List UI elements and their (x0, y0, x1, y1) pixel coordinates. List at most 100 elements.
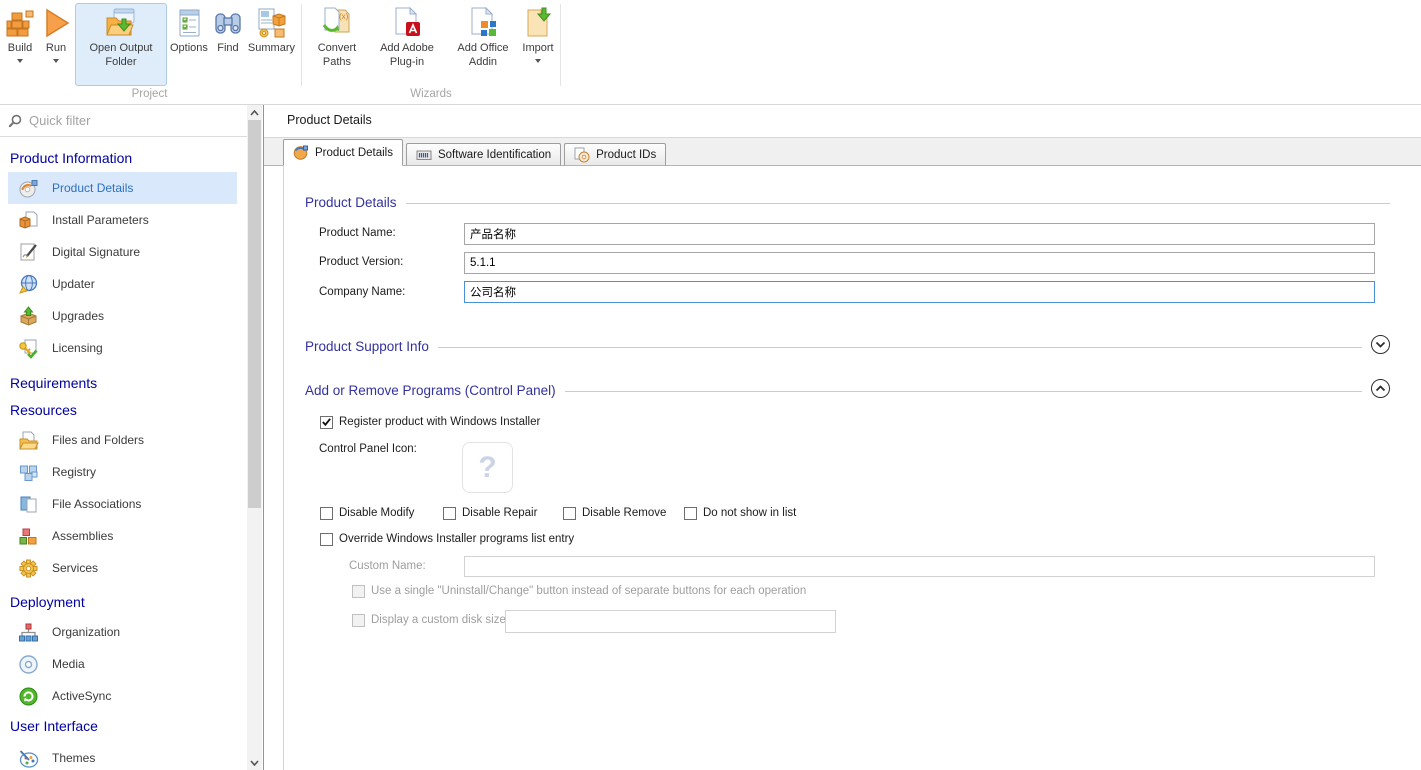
registry-icon (18, 462, 39, 483)
find-button[interactable]: Find (211, 3, 245, 86)
sidebar-item-updater[interactable]: Updater (0, 268, 237, 300)
quick-filter-input[interactable] (29, 113, 219, 128)
company-name-input[interactable] (464, 281, 1375, 303)
tab-strip: Product Details Software Identification … (264, 138, 1421, 166)
tab-label: Product Details (315, 147, 393, 159)
single-uninstall-button-checkbox[interactable] (352, 585, 365, 598)
sidebar-item-product-details[interactable]: Product Details (8, 172, 237, 204)
themes-icon (18, 748, 39, 769)
company-name-label: Company Name: (319, 282, 405, 303)
sidebar-item-activesync[interactable]: ActiveSync (0, 680, 237, 712)
ribbon-group-label-wizards: Wizards (304, 86, 558, 103)
add-office-addin-icon (467, 7, 499, 39)
sidebar-item-registry[interactable]: Registry (0, 456, 237, 488)
sidebar-item-assemblies[interactable]: Assemblies (0, 520, 237, 552)
tab-product-details[interactable]: Product Details (283, 139, 403, 166)
add-adobe-plugin-button[interactable]: Add Adobe Plug-in (369, 3, 445, 86)
tab-product-ids[interactable]: Product IDs (564, 143, 666, 166)
open-output-folder-button[interactable]: Open Output Folder (75, 3, 167, 86)
control-panel-icon-button[interactable]: ? (462, 442, 513, 493)
options-icon (173, 7, 205, 39)
chevron-down-icon (1375, 341, 1386, 348)
sidebar-section-resources: Resources (0, 400, 263, 420)
register-product-checkbox[interactable] (320, 416, 333, 429)
tab-software-identification[interactable]: Software Identification (406, 143, 561, 166)
override-checkbox[interactable] (320, 533, 333, 546)
services-icon (18, 558, 39, 579)
product-ids-icon (574, 147, 590, 163)
updater-icon (18, 274, 39, 295)
summary-button[interactable]: Summary (247, 3, 296, 86)
find-icon (212, 7, 244, 39)
expand-product-support-button[interactable] (1371, 335, 1390, 354)
register-product-checkbox-row[interactable]: Register product with Windows Installer (320, 415, 540, 429)
search-icon (8, 113, 23, 128)
import-icon (522, 7, 554, 39)
dropdown-caret (17, 59, 23, 63)
sidebar-section-deployment: Deployment (0, 592, 263, 612)
disable-modify-checkbox[interactable] (320, 507, 333, 520)
custom-disk-size-checkbox-row[interactable]: Display a custom disk size: (352, 613, 509, 627)
disable-remove-checkbox-row[interactable]: Disable Remove (563, 506, 666, 520)
single-uninstall-button-checkbox-row[interactable]: Use a single "Uninstall/Change" button i… (352, 584, 806, 598)
product-details-tab-icon (293, 145, 309, 161)
do-not-show-checkbox[interactable] (684, 507, 697, 520)
options-button[interactable]: Options (169, 3, 209, 86)
sidebar-item-files-and-folders[interactable]: Files and Folders (0, 424, 237, 456)
sidebar-item-media[interactable]: Media (0, 648, 237, 680)
sidebar-item-file-associations[interactable]: File Associations (0, 488, 237, 520)
build-icon (4, 7, 36, 39)
run-button[interactable]: Run (39, 3, 73, 86)
convert-paths-button[interactable]: (x) Convert Paths (307, 3, 367, 86)
add-office-addin-button[interactable]: Add Office Addin (447, 3, 519, 86)
product-name-input[interactable] (464, 223, 1375, 245)
sidebar-item-themes[interactable]: Themes (0, 742, 237, 770)
disable-remove-checkbox[interactable] (563, 507, 576, 520)
open-output-folder-icon (105, 7, 137, 39)
assemblies-icon (18, 526, 39, 547)
application-window: Build Run (0, 0, 1421, 770)
build-button[interactable]: Build (3, 3, 37, 86)
custom-disk-size-input[interactable] (505, 610, 836, 633)
chevron-up-icon (1375, 385, 1386, 392)
collapse-arp-button[interactable] (1371, 379, 1390, 398)
file-associations-icon (18, 494, 39, 515)
custom-name-input[interactable] (464, 556, 1375, 577)
sidebar-section-requirements: Requirements (0, 373, 263, 393)
tab-page-product-details: Product Details Product Name: Product Ve… (264, 166, 1421, 770)
files-and-folders-icon (18, 430, 39, 451)
sidebar-item-organization[interactable]: Organization (0, 616, 237, 648)
sidebar-item-digital-signature[interactable]: Digital Signature (0, 236, 237, 268)
ribbon-group-project: Build Run (0, 0, 299, 104)
disable-repair-checkbox[interactable] (443, 507, 456, 520)
svg-text:(x): (x) (339, 12, 349, 21)
override-checkbox-row[interactable]: Override Windows Installer programs list… (320, 532, 574, 546)
scrollbar-thumb[interactable] (248, 120, 261, 508)
sidebar-item-install-parameters[interactable]: Install Parameters (0, 204, 237, 236)
activesync-icon (18, 686, 39, 707)
disable-modify-checkbox-row[interactable]: Disable Modify (320, 506, 414, 520)
scroll-up-arrow[interactable] (247, 105, 262, 120)
section-add-remove-programs: Add or Remove Programs (Control Panel) (305, 381, 1362, 399)
ribbon-separator (301, 4, 302, 86)
custom-disk-size-checkbox[interactable] (352, 614, 365, 627)
custom-name-label: Custom Name: (349, 556, 426, 577)
convert-paths-icon: (x) (321, 7, 353, 39)
do-not-show-checkbox-row[interactable]: Do not show in list (684, 506, 796, 520)
sidebar-scrollbar[interactable] (247, 105, 262, 770)
media-icon (18, 654, 39, 675)
scroll-down-arrow[interactable] (247, 755, 262, 770)
sidebar-item-services[interactable]: Services (0, 552, 237, 584)
software-identification-icon (416, 147, 432, 163)
digital-signature-icon (18, 242, 39, 263)
sidebar-item-licensing[interactable]: Licensing (0, 332, 237, 364)
upgrades-icon (18, 306, 39, 327)
import-button[interactable]: Import (521, 3, 555, 86)
product-version-label: Product Version: (319, 252, 403, 273)
summary-icon (255, 7, 287, 39)
control-panel-icon-label: Control Panel Icon: (319, 439, 417, 460)
sidebar-item-upgrades[interactable]: Upgrades (0, 300, 237, 332)
disable-repair-checkbox-row[interactable]: Disable Repair (443, 506, 537, 520)
product-name-label: Product Name: (319, 223, 396, 244)
product-version-input[interactable] (464, 252, 1375, 274)
